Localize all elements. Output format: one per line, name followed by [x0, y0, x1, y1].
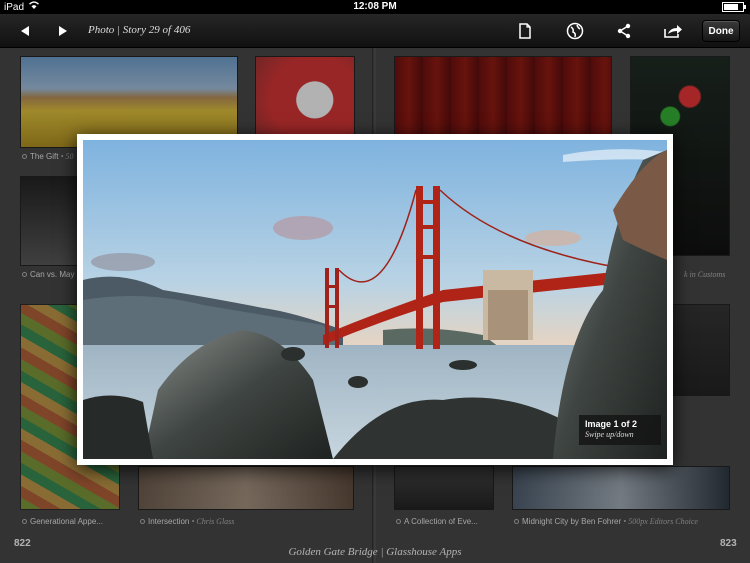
done-button[interactable]: Done: [702, 20, 740, 42]
story-title: Photo | Story 29 of 406: [88, 24, 191, 36]
clock: 12:08 PM: [353, 1, 397, 12]
image-counter: Image 1 of 2: [585, 419, 638, 429]
golden-gate-photo[interactable]: Image 1 of 2 Swipe up/down: [83, 140, 667, 459]
share-icon[interactable]: [611, 19, 637, 43]
toolbar: Photo | Story 29 of 406 Done: [0, 14, 750, 48]
forward-arrow-icon[interactable]: [50, 19, 76, 43]
status-bar: iPad 12:08 PM: [0, 0, 750, 14]
battery-icon: [722, 2, 746, 12]
swipe-hint: Swipe up/down: [585, 430, 634, 439]
image-counter-badge: Image 1 of 2 Swipe up/down: [579, 415, 661, 445]
back-arrow-icon[interactable]: [12, 19, 38, 43]
globe-icon[interactable]: [562, 19, 588, 43]
image-viewer[interactable]: Image 1 of 2 Swipe up/down: [77, 134, 673, 465]
export-icon[interactable]: [660, 19, 686, 43]
document-icon[interactable]: [512, 19, 538, 43]
